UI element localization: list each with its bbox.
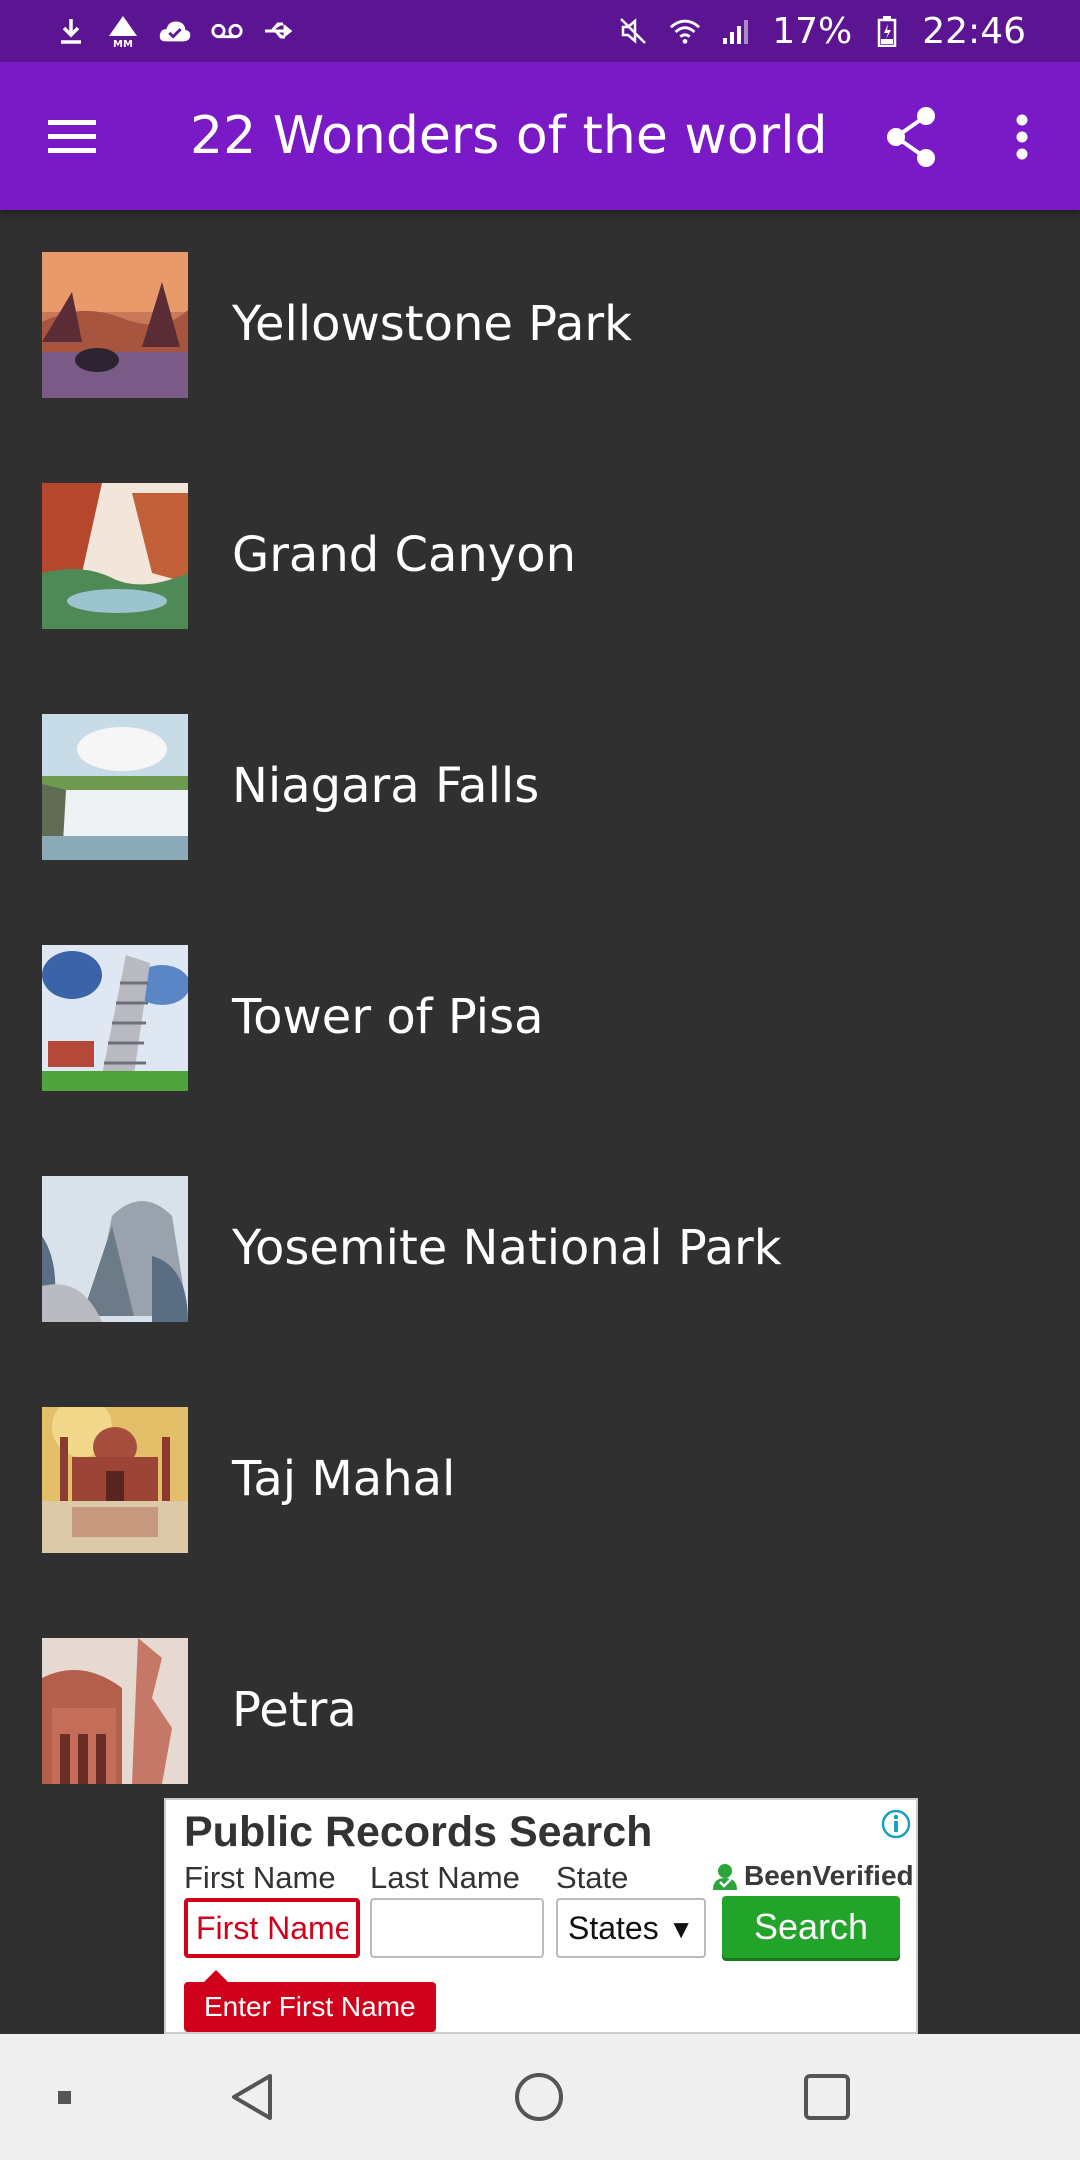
usb-icon bbox=[262, 14, 296, 48]
status-bar: MM 17% 22:46 bbox=[0, 0, 1080, 62]
dropdown-arrow-icon: ▼ bbox=[668, 1914, 694, 1944]
search-button[interactable]: Search bbox=[722, 1896, 900, 1958]
download-icon bbox=[54, 14, 88, 48]
cloud-check-icon bbox=[158, 14, 192, 48]
list-item[interactable]: Grand Canyon bbox=[0, 441, 1080, 672]
yellowstone-thumbnail bbox=[42, 252, 188, 398]
list-item-label: Grand Canyon bbox=[232, 527, 577, 583]
last-name-field[interactable] bbox=[370, 1898, 544, 1958]
list-item-label: Niagara Falls bbox=[232, 758, 540, 814]
navigation-bar bbox=[0, 2034, 1080, 2160]
state-label: State bbox=[556, 1860, 629, 1895]
list-item[interactable]: Niagara Falls bbox=[0, 672, 1080, 903]
first-name-field[interactable] bbox=[184, 1898, 360, 1958]
state-select[interactable]: States ▼ bbox=[556, 1898, 706, 1958]
signal-icon bbox=[720, 14, 754, 48]
wonders-list: Yellowstone Park Grand Canyon Niagara Fa… bbox=[0, 210, 1080, 1798]
hamburger-menu-icon[interactable] bbox=[40, 106, 104, 166]
mute-icon bbox=[616, 14, 650, 48]
battery-percentage: 17% bbox=[772, 10, 853, 52]
voicemail-icon bbox=[210, 14, 244, 48]
app-bar: 22 Wonders of the world bbox=[0, 62, 1080, 210]
svg-text:MM: MM bbox=[113, 39, 133, 48]
home-icon[interactable] bbox=[504, 2062, 574, 2132]
ad-banner[interactable]: Public Records Search First Name Last Na… bbox=[164, 1798, 918, 2034]
taj-mahal-thumbnail bbox=[42, 1407, 188, 1553]
first-name-label: First Name bbox=[184, 1860, 336, 1895]
last-name-label: Last Name bbox=[370, 1860, 520, 1895]
list-item-label: Tower of Pisa bbox=[232, 989, 544, 1045]
niagara-falls-thumbnail bbox=[42, 714, 188, 860]
list-item[interactable]: Petra bbox=[0, 1596, 1080, 1798]
beenverified-logo-icon bbox=[710, 1861, 740, 1891]
ad-title: Public Records Search bbox=[184, 1808, 653, 1856]
nav-dot-icon[interactable] bbox=[28, 2062, 98, 2132]
grand-canyon-thumbnail bbox=[42, 483, 188, 629]
brand-logo: BeenVerified bbox=[710, 1860, 914, 1892]
recents-icon[interactable] bbox=[792, 2062, 862, 2132]
list-item[interactable]: Taj Mahal bbox=[0, 1365, 1080, 1596]
clock: 22:46 bbox=[922, 10, 1026, 52]
status-bar-left: MM bbox=[54, 14, 296, 48]
yosemite-thumbnail bbox=[42, 1176, 188, 1322]
brand-name: BeenVerified bbox=[744, 1860, 914, 1891]
more-vert-icon[interactable] bbox=[1000, 102, 1044, 172]
share-icon[interactable] bbox=[880, 102, 944, 172]
list-item[interactable]: Yellowstone Park bbox=[0, 210, 1080, 441]
list-item-label: Yosemite National Park bbox=[232, 1220, 782, 1276]
petra-thumbnail bbox=[42, 1638, 188, 1784]
state-select-value: States bbox=[568, 1909, 659, 1946]
ad-banner-area: Public Records Search First Name Last Na… bbox=[0, 1798, 1080, 2034]
list-item[interactable]: Yosemite National Park bbox=[0, 1134, 1080, 1365]
back-icon[interactable] bbox=[218, 2062, 288, 2132]
list-item-label: Petra bbox=[232, 1682, 357, 1738]
list-item-label: Taj Mahal bbox=[232, 1451, 456, 1507]
tower-of-pisa-thumbnail bbox=[42, 945, 188, 1091]
error-tooltip: Enter First Name bbox=[184, 1970, 436, 2032]
wifi-icon bbox=[668, 14, 702, 48]
battery-icon bbox=[870, 14, 904, 48]
list-item-label: Yellowstone Park bbox=[232, 296, 632, 352]
mm-alert-icon: MM bbox=[106, 14, 140, 48]
page-title: 22 Wonders of the world bbox=[190, 106, 828, 166]
status-bar-right: 17% 22:46 bbox=[616, 11, 1026, 52]
info-icon[interactable] bbox=[880, 1808, 912, 1840]
list-item[interactable]: Tower of Pisa bbox=[0, 903, 1080, 1134]
